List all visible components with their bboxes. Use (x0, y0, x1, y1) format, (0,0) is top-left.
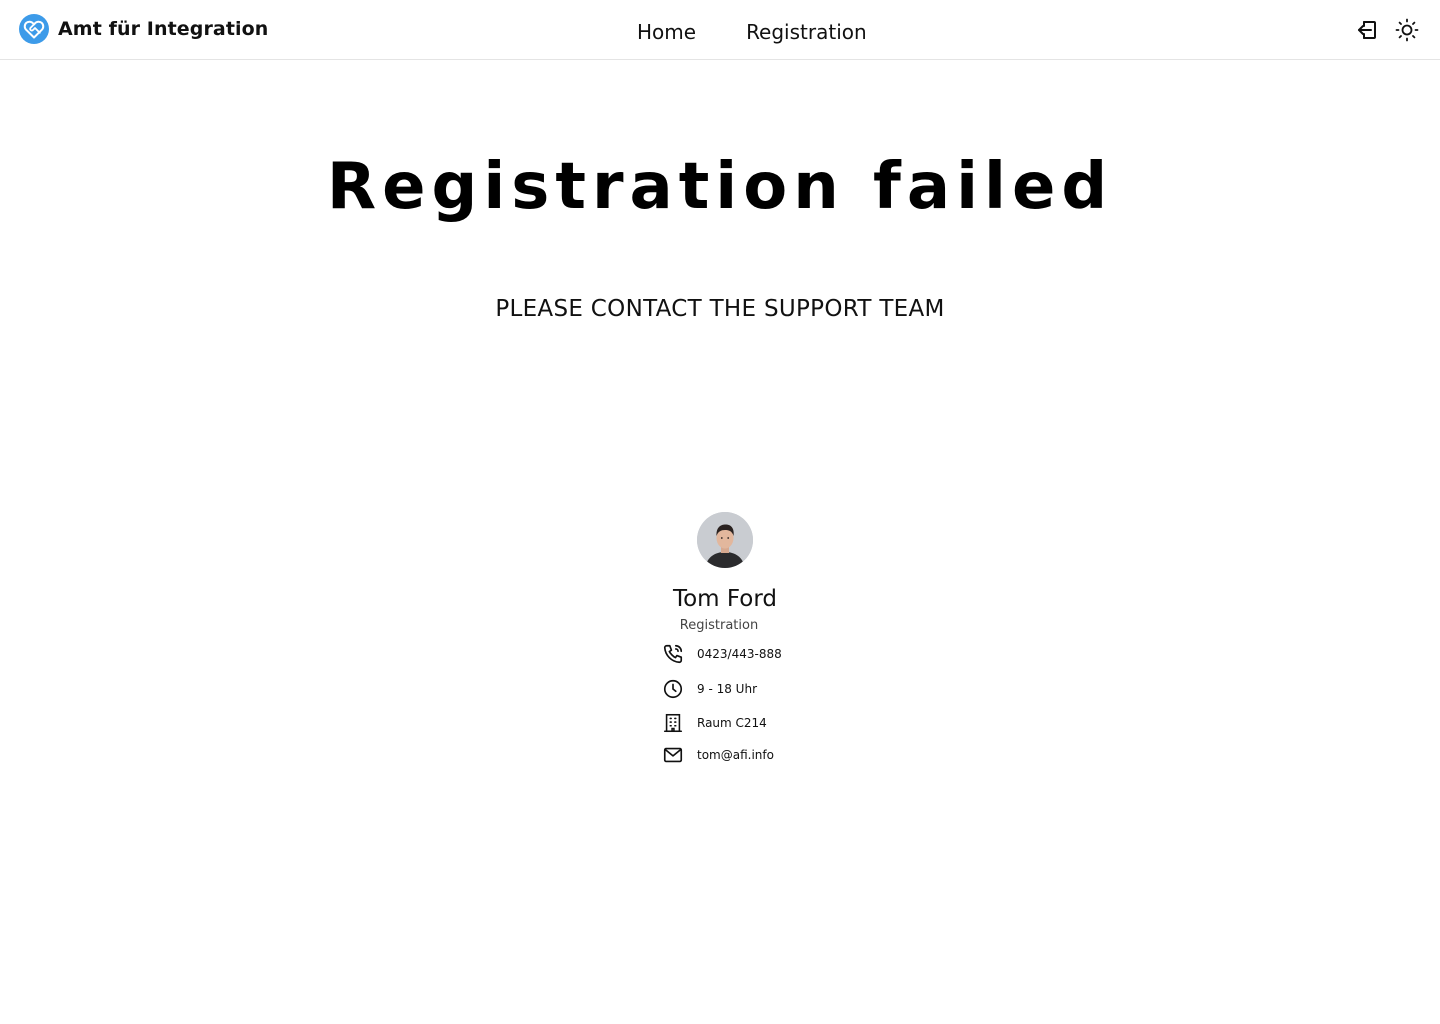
theme-toggle-button[interactable] (1394, 17, 1420, 43)
contact-role: Registration (679, 618, 759, 633)
header-actions (1354, 17, 1420, 43)
contact-email[interactable]: tom@afi.info (662, 743, 774, 767)
avatar (697, 512, 753, 568)
nav-registration-link[interactable]: Registration (746, 20, 867, 48)
sun-icon (1395, 18, 1419, 42)
contact-phone-value: 0423/443-888 (697, 647, 782, 661)
contact-room-value: Raum C214 (697, 716, 767, 730)
brand-name: Amt für Integration (58, 18, 269, 40)
phone-icon (662, 643, 684, 665)
page-subtitle: PLEASE CONTACT THE SUPPORT TEAM (495, 296, 945, 322)
main-nav: Home Registration (637, 20, 867, 48)
page-title: Registration failed (326, 150, 1114, 224)
login-icon (1358, 21, 1376, 39)
nav-home-link[interactable]: Home (637, 20, 696, 48)
contact-hours-value: 9 - 18 Uhr (697, 682, 757, 696)
contact-phone[interactable]: 0423/443-888 (662, 642, 782, 666)
brand-home-link[interactable]: Amt für Integration (18, 13, 268, 45)
building-icon (662, 712, 684, 734)
heart-handshake-icon (18, 13, 50, 45)
mail-icon (662, 744, 684, 766)
login-button[interactable] (1354, 17, 1380, 43)
contact-hours: 9 - 18 Uhr (662, 677, 757, 701)
clock-icon (662, 678, 684, 700)
contact-name: Tom Ford (672, 586, 778, 612)
contact-email-value: tom@afi.info (697, 748, 774, 762)
top-navigation-bar: Amt für Integration Home Registration (0, 0, 1440, 60)
contact-room: Raum C214 (662, 711, 767, 735)
